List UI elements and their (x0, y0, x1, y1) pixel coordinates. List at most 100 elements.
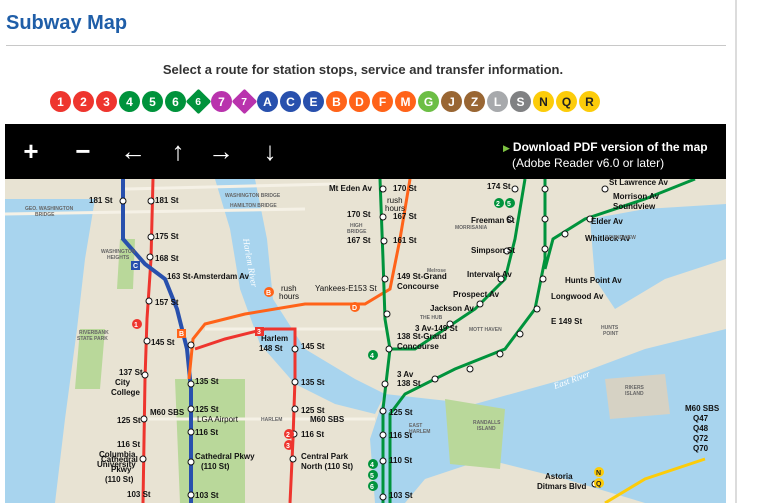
svg-text:3: 3 (257, 329, 261, 336)
route-bullet-l[interactable]: L (487, 91, 508, 112)
svg-text:M60 SBS: M60 SBS (310, 415, 345, 424)
pdf-link-subtitle: (Adobe Reader v6.0 or later) (512, 156, 665, 170)
subway-map-canvas[interactable]: 181 St 181 St 175 St 168 St 163 St-Amste… (5, 179, 726, 503)
svg-text:Harlem: Harlem (261, 334, 288, 343)
route-bullet-label: 3 (103, 94, 110, 109)
svg-text:145 St: 145 St (301, 342, 325, 351)
svg-text:145 St: 145 St (151, 338, 175, 347)
svg-text:125 St: 125 St (301, 406, 325, 415)
svg-text:hours: hours (385, 204, 405, 213)
svg-text:ISLAND: ISLAND (477, 426, 496, 432)
svg-text:103 St: 103 St (127, 490, 151, 499)
svg-text:170 St: 170 St (347, 210, 371, 219)
route-bullet-q[interactable]: Q (556, 91, 577, 112)
route-bullet-label: 6 (172, 94, 179, 109)
route-bullet-3[interactable]: 3 (96, 91, 117, 112)
route-bullet-label: E (309, 94, 318, 109)
route-bullet-7-diamond[interactable]: 7 (231, 88, 258, 115)
route-bullet-label: 6 (195, 95, 202, 108)
route-bullet-n[interactable]: N (533, 91, 554, 112)
svg-text:Longwood Av: Longwood Av (551, 292, 604, 301)
svg-text:Q: Q (596, 481, 602, 488)
svg-text:hours: hours (279, 292, 299, 301)
svg-text:(110 St): (110 St) (105, 475, 134, 484)
route-bullet-r[interactable]: R (579, 91, 600, 112)
svg-text:POINT: POINT (603, 331, 618, 337)
pan-down-button[interactable]: ↓ (253, 134, 287, 168)
svg-text:167 St: 167 St (393, 212, 417, 221)
svg-text:B: B (266, 290, 271, 297)
svg-text:Elder Av: Elder Av (591, 217, 623, 226)
svg-text:Melrose: Melrose (427, 268, 446, 274)
route-bullet-label: 2 (80, 94, 87, 109)
download-pdf-link[interactable]: ▶ Download PDF version of the map (Adobe … (503, 140, 708, 171)
route-bullet-label: 7 (218, 94, 225, 109)
svg-text:(110 St): (110 St) (201, 462, 230, 471)
svg-text:5: 5 (507, 201, 511, 208)
svg-text:Freeman St: Freeman St (471, 216, 515, 225)
svg-text:STATE PARK: STATE PARK (77, 336, 108, 342)
route-bullet-6[interactable]: 6 (165, 91, 186, 112)
zoom-out-button[interactable]: − (66, 134, 100, 168)
route-bullet-4[interactable]: 4 (119, 91, 140, 112)
title-divider (6, 45, 726, 46)
route-bullet-label: 4 (126, 94, 133, 109)
svg-text:3 Av: 3 Av (397, 370, 414, 379)
route-bullet-5[interactable]: 5 (142, 91, 163, 112)
svg-text:BRIDGE: BRIDGE (347, 229, 367, 235)
route-bullet-7[interactable]: 7 (211, 91, 232, 112)
pan-left-button[interactable]: ← (116, 134, 150, 168)
route-bullet-e[interactable]: E (303, 91, 324, 112)
svg-text:Central Park: Central Park (301, 452, 349, 461)
route-bullet-label: L (493, 94, 502, 109)
route-bullet-z[interactable]: Z (464, 91, 485, 112)
route-bullet-m[interactable]: M (395, 91, 416, 112)
route-bullet-label: 1 (57, 94, 64, 109)
route-bullet-label: J (448, 94, 455, 109)
svg-text:2: 2 (286, 432, 290, 439)
route-bullet-b[interactable]: B (326, 91, 347, 112)
route-bullet-a[interactable]: A (257, 91, 278, 112)
svg-text:Yankees-E153 St: Yankees-E153 St (315, 284, 377, 293)
svg-text:Astoria: Astoria (545, 472, 573, 481)
svg-text:138 St: 138 St (397, 379, 421, 388)
svg-text:110 St: 110 St (389, 456, 412, 465)
svg-text:174 St: 174 St (487, 182, 511, 191)
central-park (175, 379, 245, 503)
route-bullet-label: G (423, 94, 434, 109)
svg-text:HARLEM: HARLEM (409, 429, 430, 435)
route-bullet-label: A (263, 94, 272, 109)
svg-text:137 St: 137 St (119, 368, 143, 377)
svg-text:Pkwy: Pkwy (111, 465, 132, 474)
zoom-in-button[interactable]: + (14, 134, 48, 168)
svg-text:Ditmars Blvd: Ditmars Blvd (537, 482, 586, 491)
pan-right-button[interactable]: → (204, 134, 238, 168)
route-bullet-f[interactable]: F (372, 91, 393, 112)
pan-up-button[interactable]: ↑ (161, 134, 195, 168)
svg-text:Cathedral Pkwy: Cathedral Pkwy (195, 452, 255, 461)
route-bullet-c[interactable]: C (280, 91, 301, 112)
route-bullet-6-diamond[interactable]: 6 (185, 88, 212, 115)
svg-text:103 St: 103 St (389, 491, 413, 500)
svg-text:Mt Eden Av: Mt Eden Av (329, 184, 373, 193)
route-bullet-label: R (585, 94, 594, 109)
route-bullet-label: S (516, 94, 525, 109)
svg-text:Q72: Q72 (693, 434, 709, 443)
route-bullet-g[interactable]: G (418, 91, 439, 112)
route-bullet-label: 5 (149, 94, 156, 109)
route-bullet-2[interactable]: 2 (73, 91, 94, 112)
svg-text:3 Av-149 St: 3 Av-149 St (415, 324, 458, 333)
route-instruction: Select a route for station stops, servic… (162, 62, 564, 77)
svg-text:Concourse: Concourse (397, 282, 439, 291)
svg-text:D: D (352, 305, 357, 312)
svg-text:125 St: 125 St (195, 405, 219, 414)
svg-text:Simpson St: Simpson St (471, 246, 515, 255)
svg-text:175 St: 175 St (155, 232, 179, 241)
route-bullet-1[interactable]: 1 (50, 91, 71, 112)
svg-text:ISLAND: ISLAND (625, 391, 644, 397)
route-bullet-s[interactable]: S (510, 91, 531, 112)
svg-text:6: 6 (370, 484, 374, 491)
route-selector: 1 2 3 4 5 6 6 7 7 ACEBDFMGJZLSNQR (50, 88, 600, 115)
route-bullet-d[interactable]: D (349, 91, 370, 112)
route-bullet-j[interactable]: J (441, 91, 462, 112)
